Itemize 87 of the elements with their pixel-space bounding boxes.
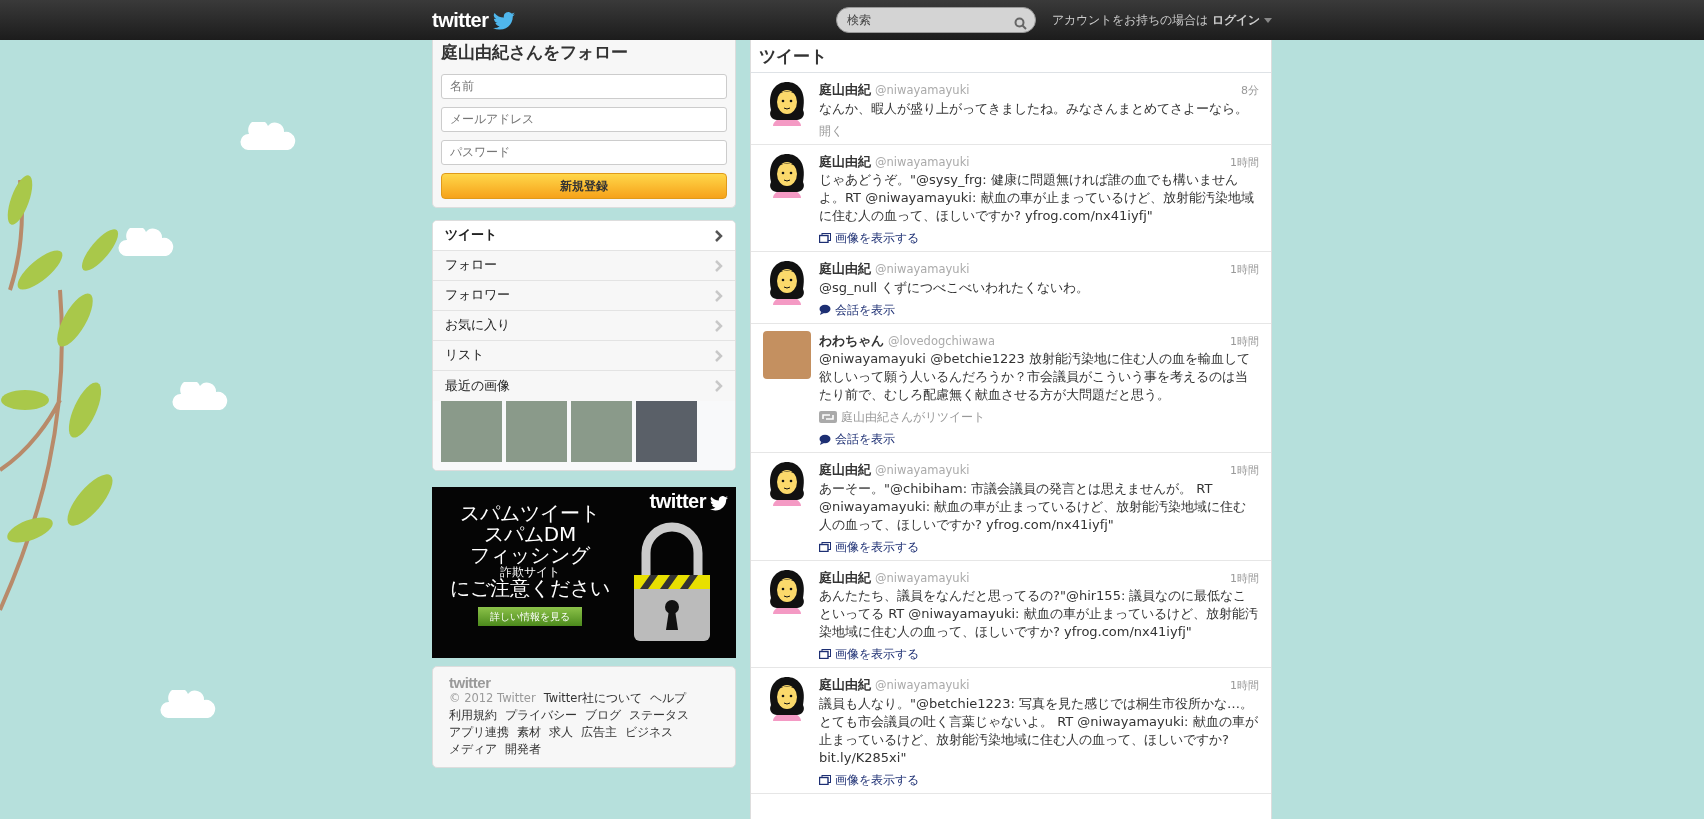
footer-link[interactable]: 開発者	[505, 741, 541, 759]
tweet-link[interactable]: @sg_null	[819, 279, 878, 295]
nav-label: リスト	[445, 346, 485, 365]
search-field[interactable]: 検索	[836, 7, 1037, 33]
tweet-link[interactable]: @betchie1223:	[916, 695, 1015, 711]
tweet-text: なんか、暇人が盛り上がってきましたね。みなさんまとめてさよーなら。	[819, 99, 1249, 118]
cloud-icon	[240, 122, 296, 150]
nav-label: 最近の画像	[445, 376, 511, 395]
footer-link[interactable]: ステータス	[629, 706, 689, 724]
tweet-link[interactable]: yfrog.com/nx41iyfj	[1025, 208, 1147, 223]
tweet-link[interactable]: @niwayamayuki:	[819, 498, 931, 514]
view-photo-link[interactable]: 画像を表示する	[835, 229, 919, 247]
tweet-text: @niwayamayuki @betchie1223 放射能汚染地に住む人の血を輸血して欲しいって願う人いるんだろうか？市会議員がこういう事を考えるのは当たり前で、むしろ配慮無く献血させる方が大問題だと思う。	[819, 350, 1251, 404]
photo-placeholder[interactable]	[763, 330, 811, 379]
ad-logo: twitter	[649, 490, 706, 511]
nav-label: ツイート	[445, 226, 498, 245]
view-conversation-link[interactable]: 会話を表示	[835, 300, 895, 319]
speech-bubble-icon[interactable]	[819, 304, 831, 315]
photos-icon[interactable]	[819, 774, 831, 785]
photos-icon[interactable]	[819, 233, 831, 243]
footer-link[interactable]: 広告主	[581, 724, 617, 742]
tweet-text: @sg_null くずにつべこべいわれたくないわ。	[819, 278, 1091, 297]
tweet-link[interactable]: @niwayamayuki:	[865, 190, 977, 205]
input-field[interactable]: 名前	[441, 73, 727, 99]
tweet-link[interactable]: @niwayamayuki:	[1077, 713, 1189, 729]
photos-icon[interactable]	[819, 541, 831, 552]
footer-link[interactable]: ヘルプ	[650, 689, 687, 707]
timeline-title: ツイート	[751, 40, 1271, 73]
login-link[interactable]: アカウントをお持ちの場合は ログイン	[1052, 11, 1260, 29]
tweet-text: あんたたち、議員をなんだと思ってるの?"@hir155: 議員なのに最低なこといってる RT @niwayamayuki: 献血の車が止まっているけど、放射能汚染地域に住む人の血って、ほしいですか? yfrog.com/nx41iyfj"	[819, 587, 1259, 641]
user-name[interactable]: 庭山由紀	[819, 460, 871, 480]
bird-icon	[710, 496, 728, 511]
retweet-icon	[819, 411, 837, 423]
footer-link[interactable]: アプリ連携	[449, 724, 509, 742]
cloud-icon	[118, 228, 174, 256]
footer-link[interactable]: 利用規約	[449, 706, 497, 724]
view-photo-link[interactable]: 画像を表示する	[835, 537, 919, 556]
input-field[interactable]: パスワード	[441, 139, 727, 165]
tweet-link[interactable]: @niwayamayuki:	[908, 606, 1020, 621]
card-title: 庭山由紀さんをフォロー	[441, 41, 629, 64]
nav-label: フォロワー	[445, 286, 511, 305]
tweet-link[interactable]: @sysy_frg:	[916, 172, 987, 187]
tweet-link[interactable]: yfrog.com/nx41iyfj	[1064, 624, 1186, 639]
footer-link[interactable]: 素材	[517, 724, 541, 742]
copyright-text: © 2012 Twitter	[449, 689, 536, 707]
ad-headline: にご注意ください	[450, 578, 610, 600]
tweet-link[interactable]: bit.ly/K285xi	[819, 749, 901, 765]
user-name[interactable]: 庭山由紀	[819, 675, 871, 695]
footer-link[interactable]: メディア	[449, 741, 497, 759]
ad-banner[interactable]: スパムツイート スパムDM フィッシング 詐欺サイト にご注意ください 詳しい情報を見る twitter	[432, 486, 736, 658]
cloud-icon	[160, 690, 216, 718]
tweet-link[interactable]: @niwayamayuki	[819, 351, 926, 366]
logo-text[interactable]: twitter	[432, 10, 489, 30]
view-conversation-link[interactable]: 会話を表示	[835, 430, 895, 448]
tweet-text: じゃあどうぞ。"@sysy_frg: 健康に問題無ければ誰の血でも構いませんよ。RT @niwayamayuki: 献血の車が止まっているけど、放射能汚染地域に住む人の血って、ほしいですか? yfrog.com/nx41iyfj"	[819, 171, 1255, 225]
tweet-text: あーそー。"@chibiham: 市議会議員の発言とは思えませんが。 RT @niwayamayuki: 献血の車が止まっているけど、放射能汚染地域に住む人の血って、ほしいですか? yfrog.com/nx41iyfj"	[819, 479, 1248, 534]
cloud-icon	[172, 382, 228, 410]
tweet-link[interactable]: @betchie1223	[930, 351, 1025, 366]
footer-link[interactable]: ブログ	[585, 706, 621, 724]
footer-logo: twitter	[449, 674, 492, 690]
user-name[interactable]: 庭山由紀	[819, 567, 871, 587]
tweet-link[interactable]: @hir155:	[1065, 588, 1126, 603]
ad-headline: フィッシング	[470, 544, 590, 566]
input-field[interactable]: メールアドレス	[441, 106, 727, 132]
user-name[interactable]: わわちゃん	[819, 330, 884, 350]
nav-item[interactable]: ツイート	[433, 220, 735, 251]
user-name[interactable]: 庭山由紀	[819, 259, 871, 279]
tweet-text: 議員も人なり。"@betchie1223: 写真を見た感じでは桐生市役所かな…。とても市会議員の吐く言葉じゃないよ。 RT @niwayamayuki: 献血の車が止まっているけど、放射能汚染地域に住む人の血って、ほしいですか? bit.ly/K285xi"	[819, 694, 1259, 767]
photos-icon[interactable]	[819, 649, 831, 659]
tweet-link[interactable]: @chibiham:	[890, 480, 968, 496]
nav-label: フォロー	[445, 256, 498, 275]
bird-icon	[492, 12, 515, 30]
footer-link[interactable]: 求人	[549, 724, 573, 742]
footer-link[interactable]: プライバシー	[505, 706, 577, 724]
nav-label: お気に入り	[445, 316, 511, 335]
speech-bubble-icon[interactable]	[819, 433, 831, 445]
signup-button[interactable]: 新規登録	[441, 172, 727, 199]
user-name[interactable]: 庭山由紀	[819, 151, 871, 171]
footer-link[interactable]: Twitter社について	[543, 689, 643, 707]
tweet-link[interactable]: yfrog.com/nx41iyfj	[986, 516, 1108, 532]
view-photo-link[interactable]: 画像を表示する	[835, 645, 919, 663]
view-photo-link[interactable]: 画像を表示する	[835, 770, 919, 789]
user-name[interactable]: 庭山由紀	[819, 80, 871, 100]
footer-link[interactable]: ビジネス	[625, 724, 673, 742]
retweet-note: 庭山由紀さんがリツイート	[841, 409, 985, 426]
ad-headline: スパムDM	[483, 523, 577, 545]
ad-headline: スパムツイート	[460, 502, 600, 524]
